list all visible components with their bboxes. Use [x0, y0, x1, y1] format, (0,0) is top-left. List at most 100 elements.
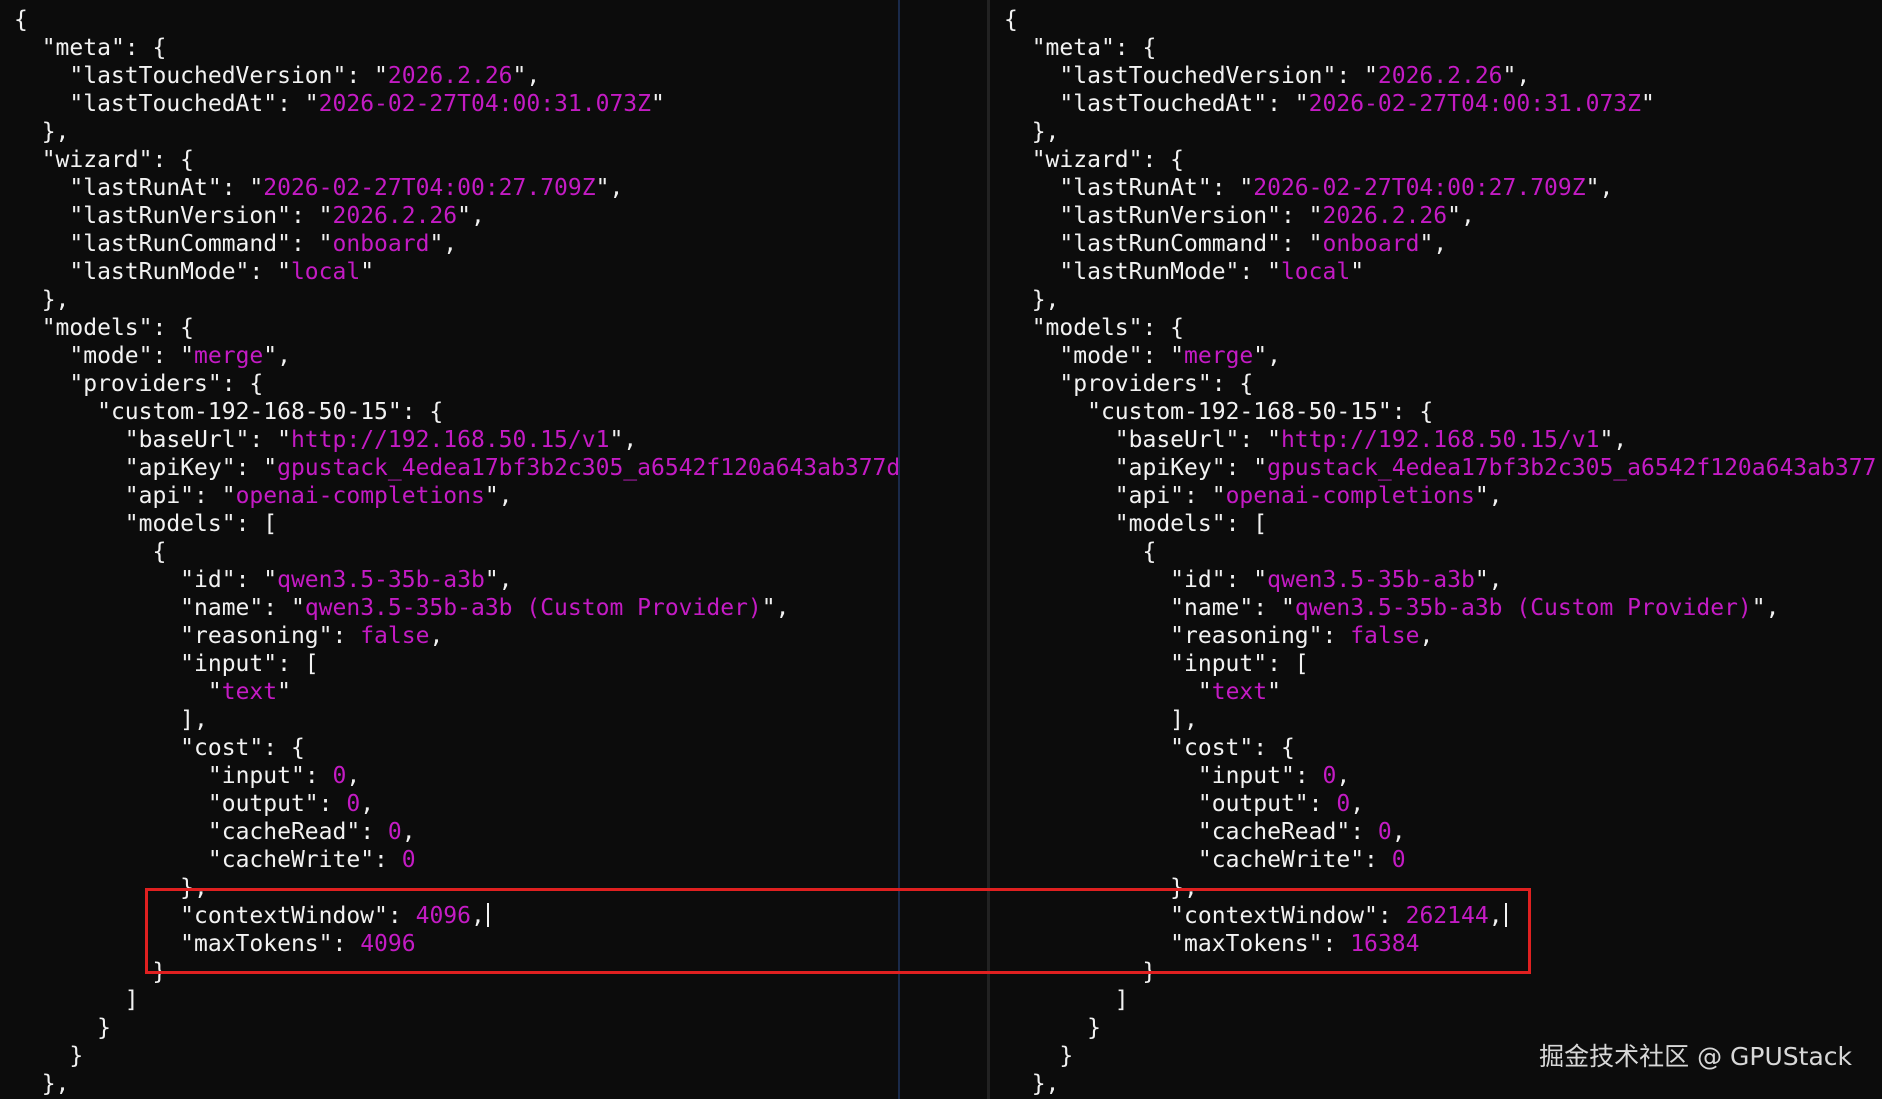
- json-punctuation: :: [1322, 931, 1351, 957]
- json-punctuation: [1004, 63, 1059, 89]
- json-punctuation: : {: [221, 371, 264, 397]
- json-punctuation: [1004, 567, 1170, 593]
- json-literal-value: 16384: [1350, 931, 1420, 957]
- code-line: "cacheWrite": 0: [1004, 846, 1876, 874]
- code-line: "lastRunVersion": "2026.2.26",: [1004, 202, 1876, 230]
- json-key: "lastRunVersion": [69, 203, 291, 229]
- json-punctuation: [1004, 35, 1032, 61]
- json-punctuation: : ": [235, 455, 278, 481]
- json-key: "apiKey": [1114, 455, 1226, 481]
- json-punctuation: ],: [1004, 707, 1198, 733]
- code-line: "mode": "merge",: [14, 342, 900, 370]
- editor-pane-right[interactable]: { "meta": { "lastTouchedVersion": "2026.…: [990, 0, 1882, 1099]
- json-key: "input": [207, 763, 305, 789]
- json-punctuation: : {: [1211, 371, 1254, 397]
- json-punctuation: : ": [194, 483, 236, 509]
- json-punctuation: [14, 343, 69, 369]
- json-punctuation: : ": [1253, 595, 1295, 621]
- json-key: "mode": [1059, 343, 1143, 369]
- json-key: "baseUrl": [1114, 427, 1240, 453]
- json-punctuation: ,: [470, 903, 485, 929]
- json-code-left[interactable]: { "meta": { "lastTouchedVersion": "2026.…: [14, 6, 900, 1098]
- code-line: }: [14, 958, 900, 986]
- json-punctuation: [14, 931, 180, 957]
- json-punctuation: ",: [484, 567, 513, 593]
- watermark-text: 掘金技术社区 @ GPUStack: [1539, 1042, 1852, 1071]
- json-punctuation: : ": [221, 175, 264, 201]
- code-line: "models": {: [1004, 314, 1876, 342]
- json-punctuation: }: [1004, 1015, 1101, 1041]
- json-punctuation: [14, 231, 69, 257]
- json-punctuation: : ": [1239, 259, 1281, 285]
- json-punctuation: ",: [609, 427, 638, 453]
- json-punctuation: [1004, 847, 1198, 873]
- text-cursor: [486, 903, 489, 927]
- code-line: },: [14, 874, 900, 902]
- code-line: "maxTokens": 16384: [1004, 930, 1876, 958]
- json-key: "input": [1170, 651, 1268, 677]
- json-punctuation: [14, 483, 125, 509]
- json-key: "mode": [69, 343, 153, 369]
- code-line: "lastRunMode": "local": [14, 258, 900, 286]
- json-punctuation: : ": [263, 595, 305, 621]
- json-punctuation: :: [332, 931, 361, 957]
- json-punctuation: [14, 315, 42, 341]
- json-string-value: http://192.168.50.15/v1: [1280, 427, 1600, 453]
- editor-pane-left[interactable]: { "meta": { "lastTouchedVersion": "2026.…: [0, 0, 900, 1099]
- json-punctuation: [1004, 455, 1115, 481]
- json-punctuation: ",: [1447, 203, 1475, 229]
- code-line: "wizard": {: [1004, 146, 1876, 174]
- json-punctuation: ": [1641, 91, 1655, 117]
- json-punctuation: : ": [235, 567, 278, 593]
- json-punctuation: ",: [761, 595, 790, 621]
- code-line: "cost": {: [1004, 734, 1876, 762]
- code-line: "models": [: [1004, 510, 1876, 538]
- json-punctuation: : ": [1267, 91, 1309, 117]
- json-key: "input": [180, 651, 278, 677]
- json-key: "lastRunMode": [69, 259, 250, 285]
- json-punctuation: : {: [152, 315, 195, 341]
- json-string-value: onboard: [1322, 231, 1420, 257]
- json-string-value: qwen3.5-35b-a3b: [277, 567, 485, 593]
- json-punctuation: :: [1364, 847, 1392, 873]
- code-line: },: [14, 1070, 900, 1098]
- json-punctuation: ]: [14, 987, 139, 1013]
- json-punctuation: [14, 511, 125, 537]
- json-punctuation: ,: [1350, 791, 1365, 817]
- json-key: "models": [1114, 511, 1226, 537]
- code-line: "name": "qwen3.5-35b-a3b (Custom Provide…: [14, 594, 900, 622]
- json-punctuation: [1004, 595, 1170, 621]
- code-line: "meta": {: [1004, 34, 1876, 62]
- json-string-value: 2026.2.26: [387, 63, 513, 89]
- json-key: "models": [124, 511, 236, 537]
- json-string-value: gpustack_4edea17bf3b2c305_a6542f120a643a…: [277, 455, 900, 481]
- json-punctuation: : {: [401, 399, 444, 425]
- json-punctuation: ,: [1488, 903, 1503, 929]
- json-punctuation: [1004, 315, 1032, 341]
- json-key: "contextWindow": [180, 903, 388, 929]
- code-line: "text": [1004, 678, 1876, 706]
- json-string-value: text: [1211, 679, 1268, 705]
- json-key: "cost": [180, 735, 264, 761]
- json-punctuation: ,: [346, 763, 361, 789]
- json-code-right[interactable]: { "meta": { "lastTouchedVersion": "2026.…: [1004, 6, 1876, 1098]
- json-punctuation: : ": [1225, 567, 1268, 593]
- json-punctuation: },: [14, 1071, 70, 1097]
- code-line: },: [14, 286, 900, 314]
- json-literal-value: 0: [387, 819, 402, 845]
- json-punctuation: :: [1377, 903, 1406, 929]
- json-punctuation: : [: [235, 511, 278, 537]
- json-punctuation: : ": [1280, 203, 1323, 229]
- json-key: "lastTouchedVersion": [69, 63, 347, 89]
- json-key: "output": [207, 791, 319, 817]
- code-line: "lastTouchedAt": "2026-02-27T04:00:31.07…: [14, 90, 900, 118]
- json-punctuation: : ": [1142, 343, 1185, 369]
- json-string-value: 2026-02-27T04:00:31.073Z: [1308, 91, 1641, 117]
- code-line: },: [14, 118, 900, 146]
- json-string-value: text: [221, 679, 278, 705]
- json-punctuation: [14, 567, 180, 593]
- code-line: ]: [1004, 986, 1876, 1014]
- json-punctuation: {: [14, 7, 28, 33]
- json-punctuation: : ": [290, 231, 333, 257]
- json-key: "lastRunCommand": [1059, 231, 1281, 257]
